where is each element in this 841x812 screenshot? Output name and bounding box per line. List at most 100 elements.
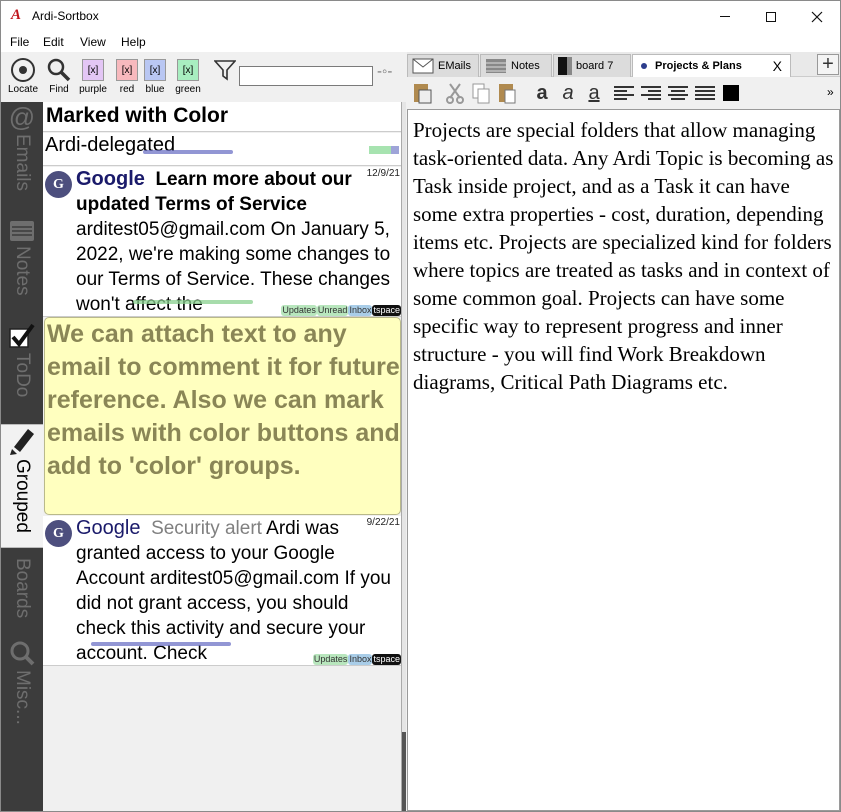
justify-button[interactable] (693, 81, 717, 105)
app-logo-icon: A (11, 7, 22, 23)
minimize-button[interactable] (702, 1, 748, 32)
menu-edit[interactable]: Edit (43, 35, 64, 49)
grouped-list-panel[interactable]: Marked with Color Ardi-delegated G Googl… (43, 102, 402, 811)
highlight-mark (143, 150, 233, 154)
highlight-mark (133, 300, 253, 304)
cut-button[interactable] (444, 81, 466, 105)
copy-button[interactable] (470, 81, 492, 105)
align-left-button[interactable] (612, 81, 636, 105)
tag-badge[interactable]: Unread (316, 305, 349, 316)
green-color-mark (369, 146, 391, 154)
list-scrollbar[interactable] (402, 102, 406, 811)
menu-view[interactable]: View (80, 35, 106, 49)
underline-icon: a (588, 81, 600, 104)
tab-projects-plans[interactable]: Projects & Plans X (632, 54, 791, 77)
title-bar: A Ardi-Sortbox (1, 1, 840, 32)
find-button[interactable]: Find (45, 56, 73, 95)
copy-icon (472, 83, 490, 104)
tag-list: Updates Inbox tspace (312, 654, 401, 665)
purple-label: purple (79, 84, 107, 95)
list-item[interactable]: G Google Learn more about our updated Te… (43, 167, 401, 317)
find-label: Find (49, 84, 69, 95)
close-button[interactable] (794, 1, 840, 32)
justify-icon (695, 86, 715, 100)
tab-close-button[interactable]: X (773, 58, 782, 74)
tag-badge[interactable]: tspace (372, 305, 401, 316)
paste-special-icon (414, 84, 432, 104)
tag-badge[interactable]: Inbox (348, 305, 373, 316)
side-tab-label: Misc... (12, 670, 33, 725)
paste-special-button[interactable] (411, 81, 433, 105)
tab-board-7[interactable]: board 7 (553, 54, 631, 77)
mail-preview: Google Learn more about our updated Term… (76, 167, 398, 316)
blue-color-mark (391, 146, 399, 154)
tag-badge[interactable]: Updates (312, 654, 349, 665)
list-toolbar: Locate Find [x] purple [x] red [x] blue … (1, 52, 406, 102)
italic-button[interactable]: a (557, 81, 579, 105)
add-tab-button[interactable]: + (817, 54, 839, 75)
mail-sender: Google (76, 517, 141, 539)
list-item[interactable]: G Google Security alert Ardi was granted… (43, 516, 401, 666)
filter-button[interactable] (213, 56, 237, 84)
side-tab-bar: @ Emails Notes ToDo Grouped Boards Misc.… (1, 102, 43, 811)
tag-list: Updates Unread Inbox tspace (281, 305, 401, 316)
side-tab-label: Boards (12, 558, 33, 619)
close-icon (811, 11, 823, 22)
scissors-icon (446, 83, 464, 104)
menu-file[interactable]: File (10, 35, 29, 49)
filter-input[interactable] (239, 66, 373, 86)
paste-button[interactable] (496, 81, 518, 105)
search-icon (47, 58, 71, 82)
format-toolbar: a a a (407, 78, 840, 108)
notes-icon (486, 59, 506, 73)
tag-badge[interactable]: Updates (281, 305, 317, 316)
subgroup-header[interactable]: Ardi-delegated (43, 133, 401, 166)
more-tools-icon[interactable]: » (827, 85, 834, 99)
side-tab-emails[interactable]: @ Emails (1, 104, 43, 208)
side-tab-label: Notes (12, 246, 33, 296)
side-tab-notes[interactable]: Notes (1, 220, 43, 310)
side-tab-label: ToDo (12, 353, 33, 398)
tab-emails[interactable]: EMails (407, 54, 479, 77)
tag-badge[interactable]: tspace (372, 654, 401, 665)
note-editor[interactable]: Projects are special folders that allow … (407, 109, 840, 811)
tab-notes[interactable]: Notes (480, 54, 552, 77)
color-blue-button[interactable]: [x] blue (142, 56, 168, 95)
text-color-button[interactable] (722, 81, 740, 105)
underline-button[interactable]: a (583, 81, 605, 105)
filter-icon (214, 60, 236, 81)
mail-sender: Google (76, 168, 145, 190)
side-tab-label: Emails (12, 134, 33, 192)
board-icon (558, 57, 572, 75)
tab-label: Notes (511, 60, 540, 72)
align-center-button[interactable] (666, 81, 690, 105)
minimize-icon (720, 16, 730, 17)
italic-icon: a (562, 81, 574, 104)
color-green-button[interactable]: [x] green (172, 56, 204, 95)
search-icon (10, 641, 35, 666)
scrollbar-thumb[interactable] (402, 732, 406, 811)
side-tab-grouped[interactable]: Grouped (1, 424, 43, 548)
color-red-button[interactable]: [x] red (114, 56, 140, 95)
side-tab-misc[interactable]: Misc... (1, 640, 43, 740)
menu-bar: File Edit View Help (1, 32, 840, 52)
window-title: Ardi-Sortbox (32, 9, 99, 23)
locate-button[interactable]: Locate (6, 56, 40, 95)
side-tab-todo[interactable]: ToDo (1, 323, 43, 415)
side-tab-boards[interactable]: Boards (1, 554, 43, 632)
green-label: green (175, 84, 201, 95)
green-swatch: [x] (177, 59, 199, 81)
align-right-button[interactable] (639, 81, 663, 105)
notes-icon (10, 221, 34, 241)
splitter-handle-icon[interactable]: -◦- (377, 63, 392, 80)
checkmark-icon (9, 323, 35, 348)
menu-help[interactable]: Help (121, 35, 146, 49)
note-comment[interactable]: We can attach text to any email to comme… (44, 317, 401, 515)
color-purple-button[interactable]: [x] purple (78, 56, 108, 95)
tag-badge[interactable]: Inbox (348, 654, 373, 665)
group-header: Marked with Color (43, 102, 401, 132)
maximize-button[interactable] (748, 1, 794, 32)
tab-label: EMails (438, 60, 472, 72)
blue-swatch: [x] (144, 59, 166, 81)
bold-button[interactable]: a (531, 81, 553, 105)
